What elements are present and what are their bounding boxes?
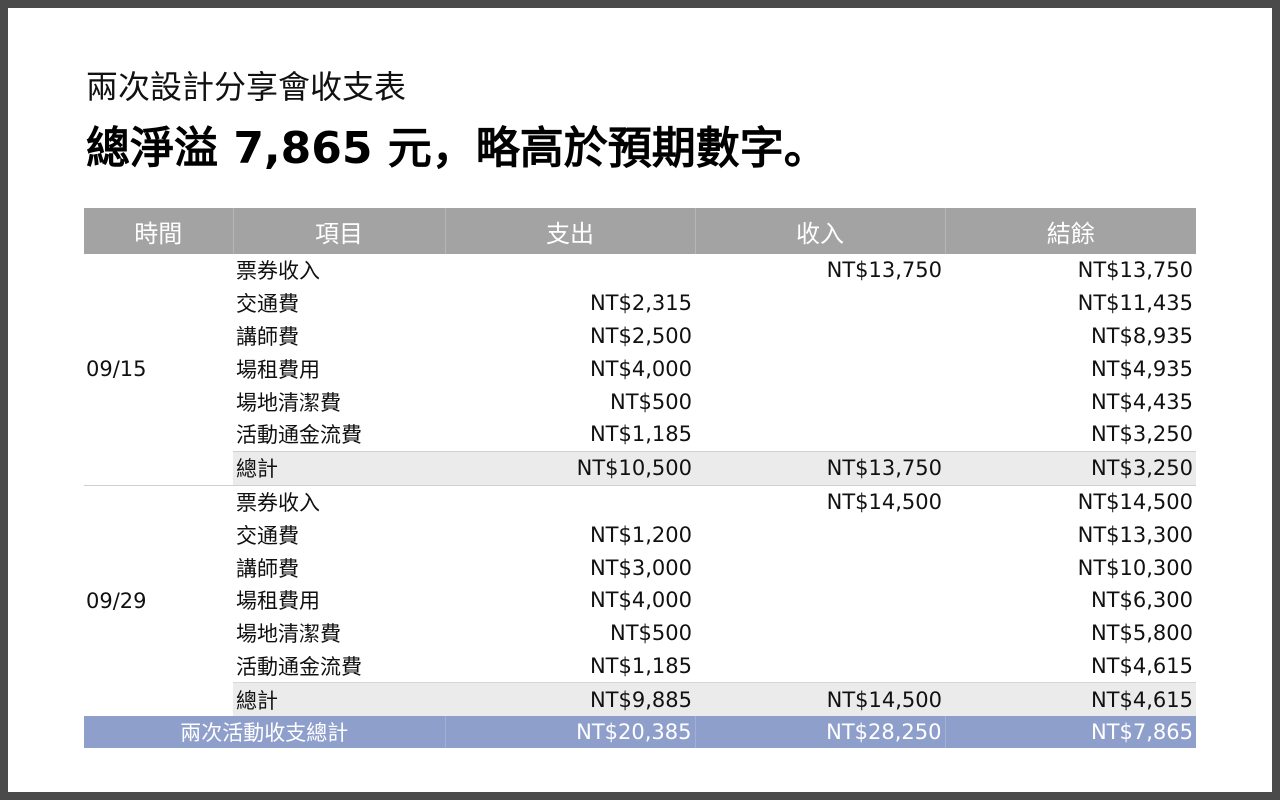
table-row: 場地清潔費 NT$500 NT$5,800 (84, 617, 1196, 650)
row-expense: NT$1,185 (589, 653, 692, 678)
subtotal-balance: NT$4,615 (945, 682, 1196, 717)
grand-total-label: 兩次活動收支總計 (84, 716, 445, 749)
row-balance: NT$5,800 (1090, 621, 1193, 646)
row-item: 票券收入 (236, 259, 320, 284)
subtotal-row: 總計 NT$10,500 NT$13,750 NT$3,250 (84, 450, 1196, 486)
row-expense: NT$4,000 (589, 588, 692, 613)
row-income (695, 287, 945, 320)
row-balance: NT$13,750 (1077, 258, 1193, 283)
row-income: NT$14,500 (826, 489, 942, 514)
row-expense (445, 254, 695, 287)
table-row: 09/29 票券收入 NT$14,500 NT$14,500 (84, 485, 1196, 613)
row-expense: NT$1,200 (589, 522, 692, 547)
row-balance: NT$4,935 (1090, 356, 1193, 381)
row-income (695, 320, 945, 353)
row-item: 場地清潔費 (236, 622, 341, 647)
row-expense: NT$500 (610, 389, 692, 414)
table-row: 活動通金流費 NT$1,185 NT$4,615 (84, 650, 1196, 683)
table-row: 09/15 票券收入 NT$13,750 NT$13,750 (84, 254, 1196, 381)
grand-total-balance: NT$7,865 (944, 716, 1196, 749)
row-balance: NT$4,435 (1090, 389, 1193, 414)
row-item: 活動通金流費 (236, 654, 362, 679)
table-row: 講師費 NT$2,500 NT$8,935 (84, 320, 1196, 353)
table-row: 交通費 NT$2,315 NT$11,435 (84, 287, 1196, 320)
subtotal-label: 總計 (233, 450, 445, 486)
row-item: 交通費 (236, 523, 299, 548)
row-expense: NT$4,000 (589, 356, 692, 381)
slide: 兩次設計分享會收支表 總淨溢 7,865 元，略高於預期數字。 時間 項目 支出… (8, 8, 1272, 792)
budget-table: 時間 項目 支出 收入 結餘 09/15 票券收入 NT$13,750 NT$1… (84, 208, 1196, 749)
table-row: 交通費 NT$1,200 NT$13,300 (84, 518, 1196, 551)
group-date: 09/29 (86, 588, 147, 613)
header-balance: 結餘 (944, 208, 1196, 254)
row-balance: NT$3,250 (1090, 422, 1193, 447)
subtotal-row: 總計 NT$9,885 NT$14,500 NT$4,615 (84, 682, 1196, 717)
subtotal-expense: NT$10,500 (445, 450, 695, 486)
group-0929: 09/29 票券收入 NT$14,500 NT$14,500 交通費 NT$1,… (84, 485, 1196, 717)
table-row: 場租費用 NT$4,000 NT$4,935 (84, 352, 1196, 385)
table-row: 場租費用 NT$4,000 NT$6,300 (84, 584, 1196, 617)
grand-total-section: 兩次活動收支總計 NT$20,385 NT$28,250 NT$7,865 (84, 716, 1196, 749)
row-expense (445, 485, 695, 518)
group-date: 09/15 (86, 357, 147, 382)
subtotal-income: NT$14,500 (695, 682, 945, 717)
row-income (695, 418, 945, 451)
row-balance: NT$8,935 (1090, 323, 1193, 348)
subtotal-expense: NT$9,885 (445, 682, 695, 717)
row-income (695, 650, 945, 683)
slide-headline: 總淨溢 7,865 元，略高於預期數字。 (86, 123, 828, 174)
row-balance: NT$11,435 (1077, 291, 1193, 316)
table-row: 講師費 NT$3,000 NT$10,300 (84, 551, 1196, 584)
row-expense: NT$2,315 (589, 291, 692, 316)
row-income (695, 518, 945, 551)
row-income (695, 352, 945, 385)
row-income: NT$13,750 (826, 258, 942, 283)
row-income (695, 385, 945, 418)
row-expense: NT$1,185 (589, 422, 692, 447)
row-item: 交通費 (236, 292, 299, 317)
header-income: 收入 (694, 208, 945, 254)
row-item: 票券收入 (236, 490, 320, 515)
table-header-row: 時間 項目 支出 收入 結餘 (84, 208, 1196, 254)
row-expense: NT$3,000 (589, 555, 692, 580)
row-item: 講師費 (236, 556, 299, 581)
row-balance: NT$10,300 (1077, 555, 1193, 580)
header-item: 項目 (232, 208, 445, 254)
row-income (695, 617, 945, 650)
row-item: 講師費 (236, 324, 299, 349)
group-0915: 09/15 票券收入 NT$13,750 NT$13,750 交通費 NT$2,… (84, 254, 1196, 486)
grand-total-income: NT$28,250 (694, 716, 945, 749)
subtotal-income: NT$13,750 (695, 450, 945, 486)
subtotal-balance: NT$3,250 (945, 450, 1196, 486)
row-item: 活動通金流費 (236, 423, 362, 448)
row-balance: NT$6,300 (1090, 588, 1193, 613)
subtotal-label: 總計 (233, 682, 445, 717)
row-income (695, 584, 945, 617)
row-balance: NT$14,500 (1077, 489, 1193, 514)
row-balance: NT$13,300 (1077, 522, 1193, 547)
header-time: 時間 (84, 208, 233, 254)
row-income (695, 551, 945, 584)
row-item: 場租費用 (236, 357, 320, 382)
row-expense: NT$2,500 (589, 323, 692, 348)
header-expense: 支出 (444, 208, 695, 254)
slide-subtitle: 兩次設計分享會收支表 (86, 68, 407, 106)
row-item: 場租費用 (236, 589, 320, 614)
grand-total-row: 兩次活動收支總計 NT$20,385 NT$28,250 NT$7,865 (84, 716, 1196, 749)
row-expense: NT$500 (610, 621, 692, 646)
row-item: 場地清潔費 (236, 390, 341, 415)
table-row: 活動通金流費 NT$1,185 NT$3,250 (84, 418, 1196, 451)
grand-total-expense: NT$20,385 (444, 716, 695, 749)
table-row: 場地清潔費 NT$500 NT$4,435 (84, 385, 1196, 418)
row-balance: NT$4,615 (1090, 653, 1193, 678)
